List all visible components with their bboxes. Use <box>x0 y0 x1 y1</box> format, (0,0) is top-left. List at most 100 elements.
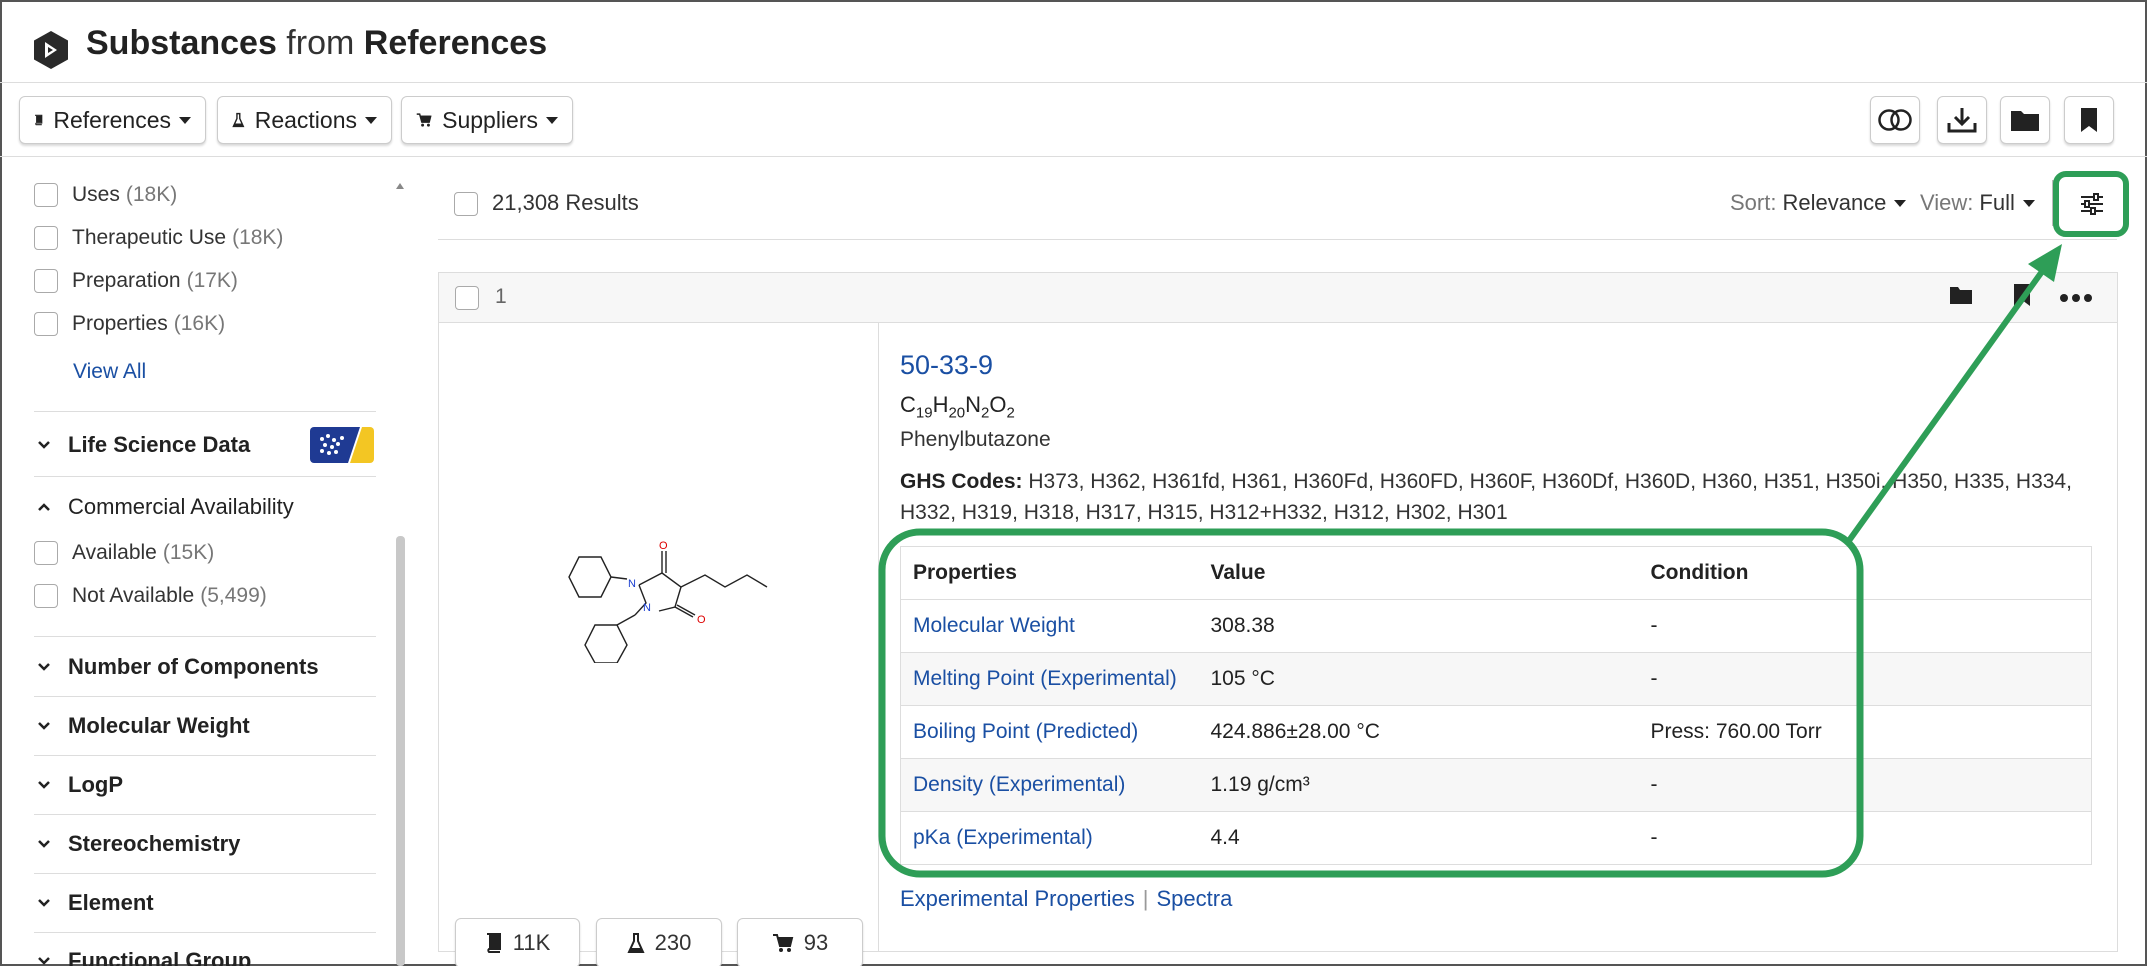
flask-icon <box>232 112 245 128</box>
display-options-button[interactable] <box>2064 178 2120 230</box>
checkbox[interactable] <box>34 183 58 207</box>
chevron-down-icon <box>38 441 50 449</box>
more-options-icon[interactable] <box>2059 293 2093 303</box>
section-label: Functional Group <box>68 948 252 966</box>
section-commercial-availability[interactable]: Commercial Availability <box>34 494 376 520</box>
filter-count: (18K) <box>232 226 284 249</box>
sidebar-scrollbar-thumb[interactable] <box>396 536 405 966</box>
checkbox[interactable] <box>34 269 58 293</box>
book-icon <box>486 933 501 953</box>
property-condition: - <box>1638 599 2092 653</box>
svg-text:O: O <box>659 540 668 552</box>
folder-icon[interactable] <box>1949 285 1973 305</box>
references-dropdown-button[interactable]: References <box>19 96 206 144</box>
reactions-dropdown-button[interactable]: Reactions <box>217 96 392 144</box>
property-name-link[interactable]: Density (Experimental) <box>900 758 1199 812</box>
column-header: Properties <box>900 546 1199 600</box>
property-name-link[interactable]: pKa (Experimental) <box>900 811 1199 865</box>
section-label: Commercial Availability <box>68 494 294 519</box>
section-divider <box>34 476 376 477</box>
card-index: 1 <box>495 285 507 308</box>
references-count: 11K <box>512 930 551 955</box>
svg-text:N: N <box>643 602 651 614</box>
reactions-count-button[interactable]: 230 <box>596 918 722 966</box>
property-condition: - <box>1638 811 2092 865</box>
filter-count: (16K) <box>173 312 226 335</box>
checkbox[interactable] <box>34 584 58 608</box>
download-icon <box>1947 108 1977 133</box>
combine-button[interactable] <box>1870 96 1920 144</box>
chevron-down-icon <box>38 899 50 907</box>
bookmark-icon[interactable] <box>2013 283 2031 307</box>
sort-label: Sort: <box>1730 190 1777 215</box>
filter-not-available[interactable]: Not Available (5,499) <box>34 584 267 608</box>
link-separator: | <box>1142 886 1149 911</box>
suppliers-dropdown-button[interactable]: Suppliers <box>401 96 573 144</box>
section-logp[interactable]: LogP <box>34 772 376 798</box>
suppliers-count-button[interactable]: 93 <box>737 918 863 966</box>
chemical-structure-image[interactable]: O O N N <box>539 503 779 663</box>
checkbox[interactable] <box>34 541 58 565</box>
sliders-icon <box>2081 193 2103 215</box>
section-number-of-components[interactable]: Number of Components <box>34 654 376 680</box>
property-name-link[interactable]: Melting Point (Experimental) <box>900 652 1199 706</box>
experimental-properties-link[interactable]: Experimental Properties <box>900 886 1135 911</box>
filter-count: (17K) <box>186 269 238 292</box>
sort-dropdown[interactable]: Sort: Relevance <box>1730 190 1907 216</box>
property-value: 4.4 <box>1198 811 1639 865</box>
view-all-link[interactable]: View All <box>73 360 146 384</box>
results-count: 21,308 Results <box>492 190 639 215</box>
property-name-link[interactable]: Boiling Point (Predicted) <box>900 705 1199 759</box>
checkbox[interactable] <box>34 226 58 250</box>
flask-icon <box>627 933 645 953</box>
view-value: Full <box>1979 190 2015 215</box>
filter-label: Therapeutic Use <box>72 226 227 249</box>
chevron-up-icon <box>38 503 50 511</box>
section-label: Element <box>68 890 154 915</box>
reactions-label: Reactions <box>254 106 357 133</box>
ghs-values: H373, H362, H361fd, H361, H360Fd, H360FD… <box>900 470 2072 524</box>
table-row: pKa (Experimental) 4.4 - <box>900 811 2092 865</box>
references-label: References <box>53 106 171 133</box>
ghs-codes: GHS Codes: H373, H362, H361fd, H361, H36… <box>900 466 2100 528</box>
column-header: Condition <box>1638 546 2092 600</box>
filter-preparation[interactable]: Preparation (17K) <box>34 269 238 293</box>
section-functional-group[interactable]: Functional Group <box>34 948 376 966</box>
references-count-button[interactable]: 11K <box>455 918 580 966</box>
property-condition: Press: 760.00 Torr <box>1638 705 2092 759</box>
table-row: Density (Experimental) 1.19 g/cm³ - <box>900 758 2092 812</box>
section-divider <box>34 411 376 412</box>
bookmark-icon <box>2081 108 2097 132</box>
card-select-checkbox[interactable] <box>455 286 479 310</box>
filter-therapeutic-use[interactable]: Therapeutic Use (18K) <box>34 226 283 250</box>
chevron-down-icon <box>1894 199 1907 207</box>
section-label: LogP <box>68 772 123 797</box>
section-molecular-weight[interactable]: Molecular Weight <box>34 713 376 739</box>
spectra-link[interactable]: Spectra <box>1157 886 1233 911</box>
filter-uses[interactable]: Uses (18K) <box>34 183 177 207</box>
download-button[interactable] <box>1937 96 1987 144</box>
svg-text:N: N <box>628 578 636 590</box>
filter-label: Properties <box>72 312 168 335</box>
save-to-folder-button[interactable] <box>2000 96 2050 144</box>
scroll-up-arrow-icon[interactable] <box>395 182 405 190</box>
suppliers-count: 93 <box>803 930 829 955</box>
column-header: Value <box>1198 546 1639 600</box>
chevron-down-icon <box>38 840 50 848</box>
select-all-checkbox[interactable] <box>454 192 478 216</box>
table-row: Molecular Weight 308.38 - <box>900 599 2092 653</box>
svg-text:O: O <box>697 614 706 626</box>
section-stereochemistry[interactable]: Stereochemistry <box>34 831 376 857</box>
checkbox[interactable] <box>34 312 58 336</box>
chevron-down-icon <box>38 781 50 789</box>
filter-available[interactable]: Available (15K) <box>34 541 214 565</box>
property-name-link[interactable]: Molecular Weight <box>900 599 1199 653</box>
property-value: 105 °C <box>1198 652 1639 706</box>
cas-number-link[interactable]: 50-33-9 <box>900 350 993 381</box>
filter-properties[interactable]: Properties (16K) <box>34 312 225 336</box>
view-dropdown[interactable]: View: Full <box>1920 190 2035 216</box>
section-element[interactable]: Element <box>34 890 376 916</box>
bookmark-button[interactable] <box>2064 96 2114 144</box>
chevron-down-icon <box>2022 199 2035 207</box>
cart-icon <box>772 934 794 952</box>
